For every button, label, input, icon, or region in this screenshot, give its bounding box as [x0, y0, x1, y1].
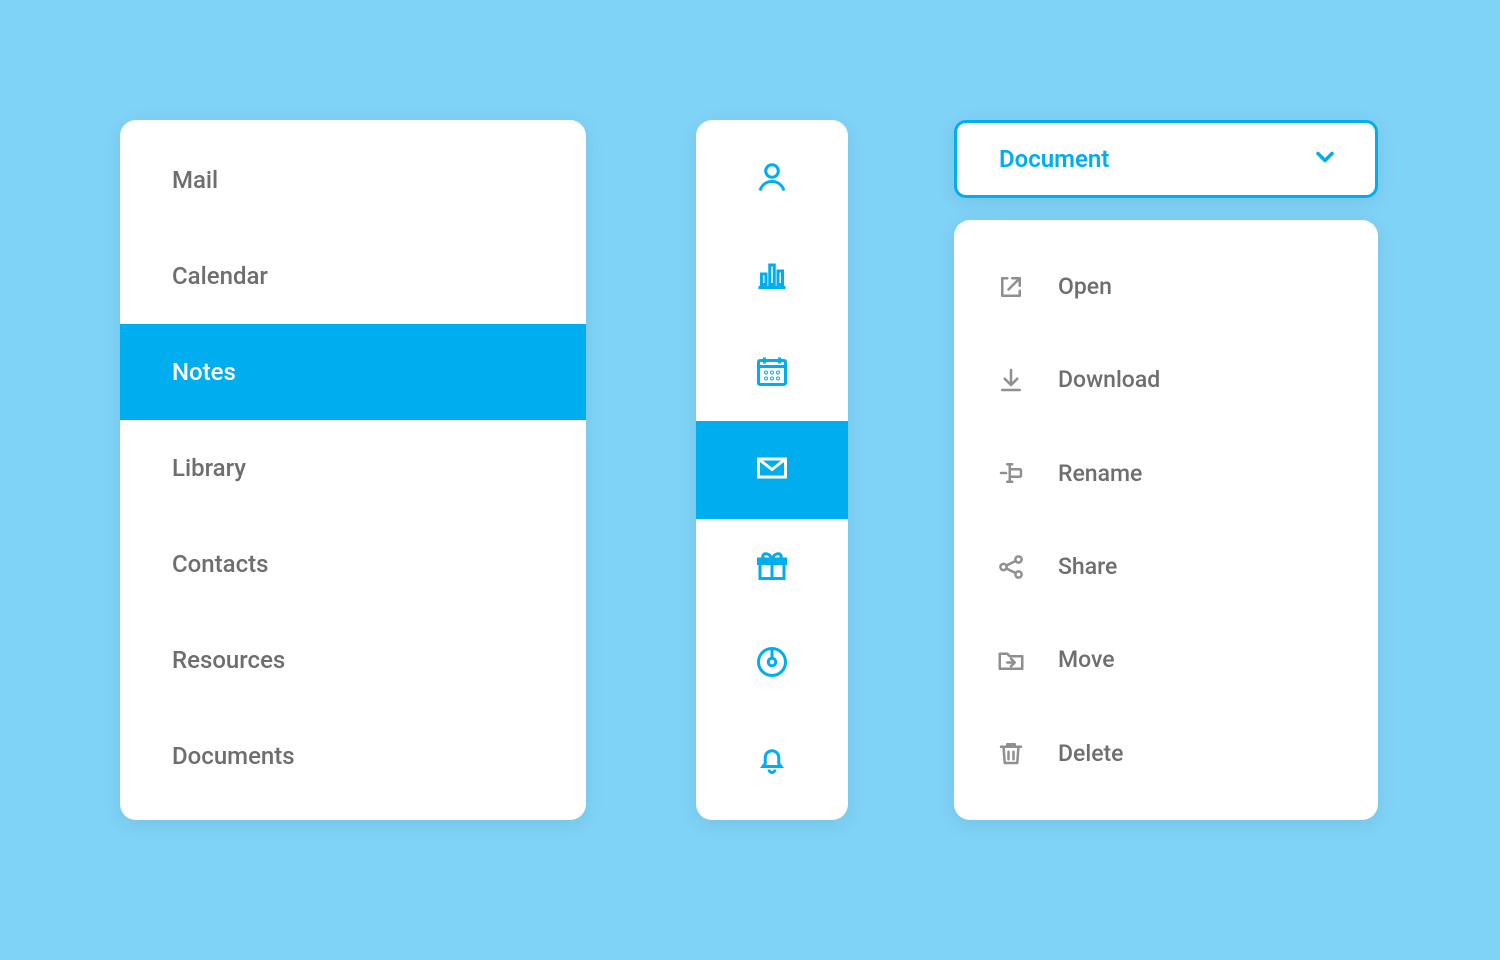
rename-icon: [994, 456, 1028, 490]
rail-item-chart[interactable]: [696, 227, 848, 324]
menu-item-mail[interactable]: Mail: [120, 132, 586, 228]
menu-item-library[interactable]: Library: [120, 420, 586, 516]
context-item-label: Open: [1058, 273, 1112, 300]
rail-item-bell[interactable]: [696, 713, 848, 810]
icon-navigation-rail: [696, 120, 848, 820]
menu-item-label: Library: [172, 454, 246, 482]
context-item-label: Move: [1058, 646, 1115, 673]
calendar-icon: [754, 353, 790, 393]
person-icon: [754, 159, 790, 199]
context-item-move[interactable]: Move: [954, 613, 1378, 706]
context-item-delete[interactable]: Delete: [954, 707, 1378, 800]
menu-item-contacts[interactable]: Contacts: [120, 516, 586, 612]
trash-icon: [994, 736, 1028, 770]
document-context-menu: Open Download Rename Share Move Delete: [954, 220, 1378, 820]
rail-item-calendar[interactable]: [696, 324, 848, 421]
bar-chart-icon: [754, 256, 790, 296]
download-icon: [994, 363, 1028, 397]
menu-item-label: Documents: [172, 742, 295, 770]
context-item-label: Download: [1058, 366, 1160, 393]
context-item-download[interactable]: Download: [954, 333, 1378, 426]
context-item-open[interactable]: Open: [954, 240, 1378, 333]
chevron-down-icon: [1311, 143, 1339, 175]
menu-item-calendar[interactable]: Calendar: [120, 228, 586, 324]
menu-item-label: Contacts: [172, 550, 268, 578]
menu-item-label: Resources: [172, 646, 285, 674]
move-folder-icon: [994, 643, 1028, 677]
context-item-label: Share: [1058, 553, 1117, 580]
rail-item-mail[interactable]: [696, 421, 848, 518]
mail-icon: [754, 450, 790, 490]
menu-item-documents[interactable]: Documents: [120, 708, 586, 804]
text-navigation-menu: Mail Calendar Notes Library Contacts Res…: [120, 120, 586, 820]
menu-item-label: Calendar: [172, 262, 268, 290]
menu-item-resources[interactable]: Resources: [120, 612, 586, 708]
rail-item-gift[interactable]: [696, 519, 848, 616]
rail-item-person[interactable]: [696, 130, 848, 227]
gift-icon: [754, 547, 790, 587]
menu-item-label: Mail: [172, 166, 218, 194]
disc-icon: [754, 644, 790, 684]
menu-item-notes[interactable]: Notes: [120, 324, 586, 420]
menu-item-label: Notes: [172, 358, 236, 386]
context-item-label: Delete: [1058, 740, 1124, 767]
context-item-label: Rename: [1058, 460, 1142, 487]
open-external-icon: [994, 270, 1028, 304]
context-item-rename[interactable]: Rename: [954, 427, 1378, 520]
dropdown-selected-label: Document: [999, 145, 1109, 173]
context-item-share[interactable]: Share: [954, 520, 1378, 613]
share-icon: [994, 550, 1028, 584]
bell-icon: [754, 741, 790, 781]
rail-item-disc[interactable]: [696, 616, 848, 713]
document-dropdown[interactable]: Document: [954, 120, 1378, 198]
